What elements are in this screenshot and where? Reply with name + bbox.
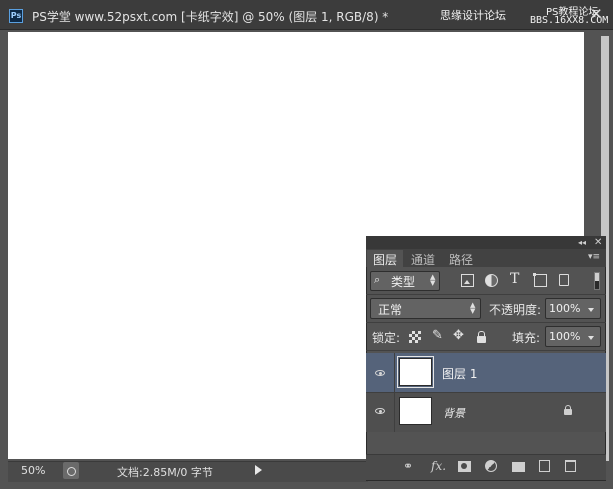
proof-setup-icon[interactable] [63,462,79,479]
divider [394,393,395,432]
new-group-folder-icon[interactable] [512,462,525,472]
divider [394,353,395,393]
lock-all-icon[interactable] [477,331,486,343]
layer-name[interactable]: 图层 1 [442,365,477,382]
layer-thumbnail[interactable] [397,356,434,388]
layer-name[interactable]: 背景 [443,405,465,421]
visibility-eye-icon[interactable] [375,370,385,376]
new-adjustment-layer-icon[interactable] [485,460,497,472]
adjustment-layer-filter-icon[interactable] [485,274,498,287]
smart-object-filter-icon[interactable] [559,274,569,286]
tab-layers[interactable]: 图层 [367,250,403,267]
lock-position-icon[interactable]: ✥ [453,329,465,342]
divider [366,350,606,351]
zoom-level[interactable]: 50% [21,464,45,477]
link-layers-icon[interactable]: ⚭ [403,460,413,472]
lock-transparent-pixels-icon[interactable] [409,331,421,343]
opacity-label: 不透明度: [489,303,542,317]
tab-channels[interactable]: 通道 [407,250,439,267]
new-layer-icon[interactable] [539,460,550,472]
shape-layer-filter-icon[interactable] [533,273,547,287]
search-icon: ⌕ [374,273,381,286]
visibility-eye-icon[interactable] [375,408,385,414]
status-menu-arrow-icon[interactable] [255,465,262,475]
add-mask-icon[interactable] [458,461,471,472]
panel-menu-icon[interactable]: ▾≡ [588,252,600,262]
opacity-value: 100% [549,302,581,315]
filter-type-label: 类型 [391,275,416,289]
panel-header-strip [366,236,606,249]
workspace-bottom [0,482,613,489]
lock-label: 锁定: [372,331,401,345]
document-size-info: 文档:2.85M/0 字节 [117,466,213,479]
filter-toggle-switch[interactable] [594,272,600,290]
fill-label: 填充: [512,331,541,345]
fill-value: 100% [549,330,581,343]
layer-style-icon[interactable]: fx. [431,460,446,472]
photoshop-logo-icon: Ps [9,9,23,23]
collapse-panel-icon[interactable]: ◂◂ [578,238,586,247]
chevron-down-icon[interactable] [588,308,594,312]
select-arrows-icon: ▲ ▼ [430,273,436,287]
lock-image-pixels-icon[interactable]: ✎ [432,329,444,342]
watermark-text: 思缘设计论坛 [440,9,506,22]
delete-layer-trash-icon[interactable] [565,460,576,472]
close-document-icon[interactable]: ✕ [590,7,603,22]
tab-paths[interactable]: 路径 [445,250,477,267]
pixel-layer-filter-icon[interactable] [461,274,474,287]
type-layer-filter-icon[interactable]: T [510,272,523,286]
blend-mode-value: 正常 [378,303,403,317]
layer-thumbnail[interactable] [399,397,432,425]
chevron-down-icon[interactable] [588,336,594,340]
divider [366,294,606,295]
close-panel-icon[interactable]: ✕ [594,237,602,248]
divider [366,322,606,323]
lock-icon [564,405,572,415]
select-arrows-icon: ▲ ▼ [470,301,476,315]
document-title-tab[interactable]: PS学堂 www.52psxt.com [卡纸字效] @ 50% (图层 1, … [32,8,388,25]
